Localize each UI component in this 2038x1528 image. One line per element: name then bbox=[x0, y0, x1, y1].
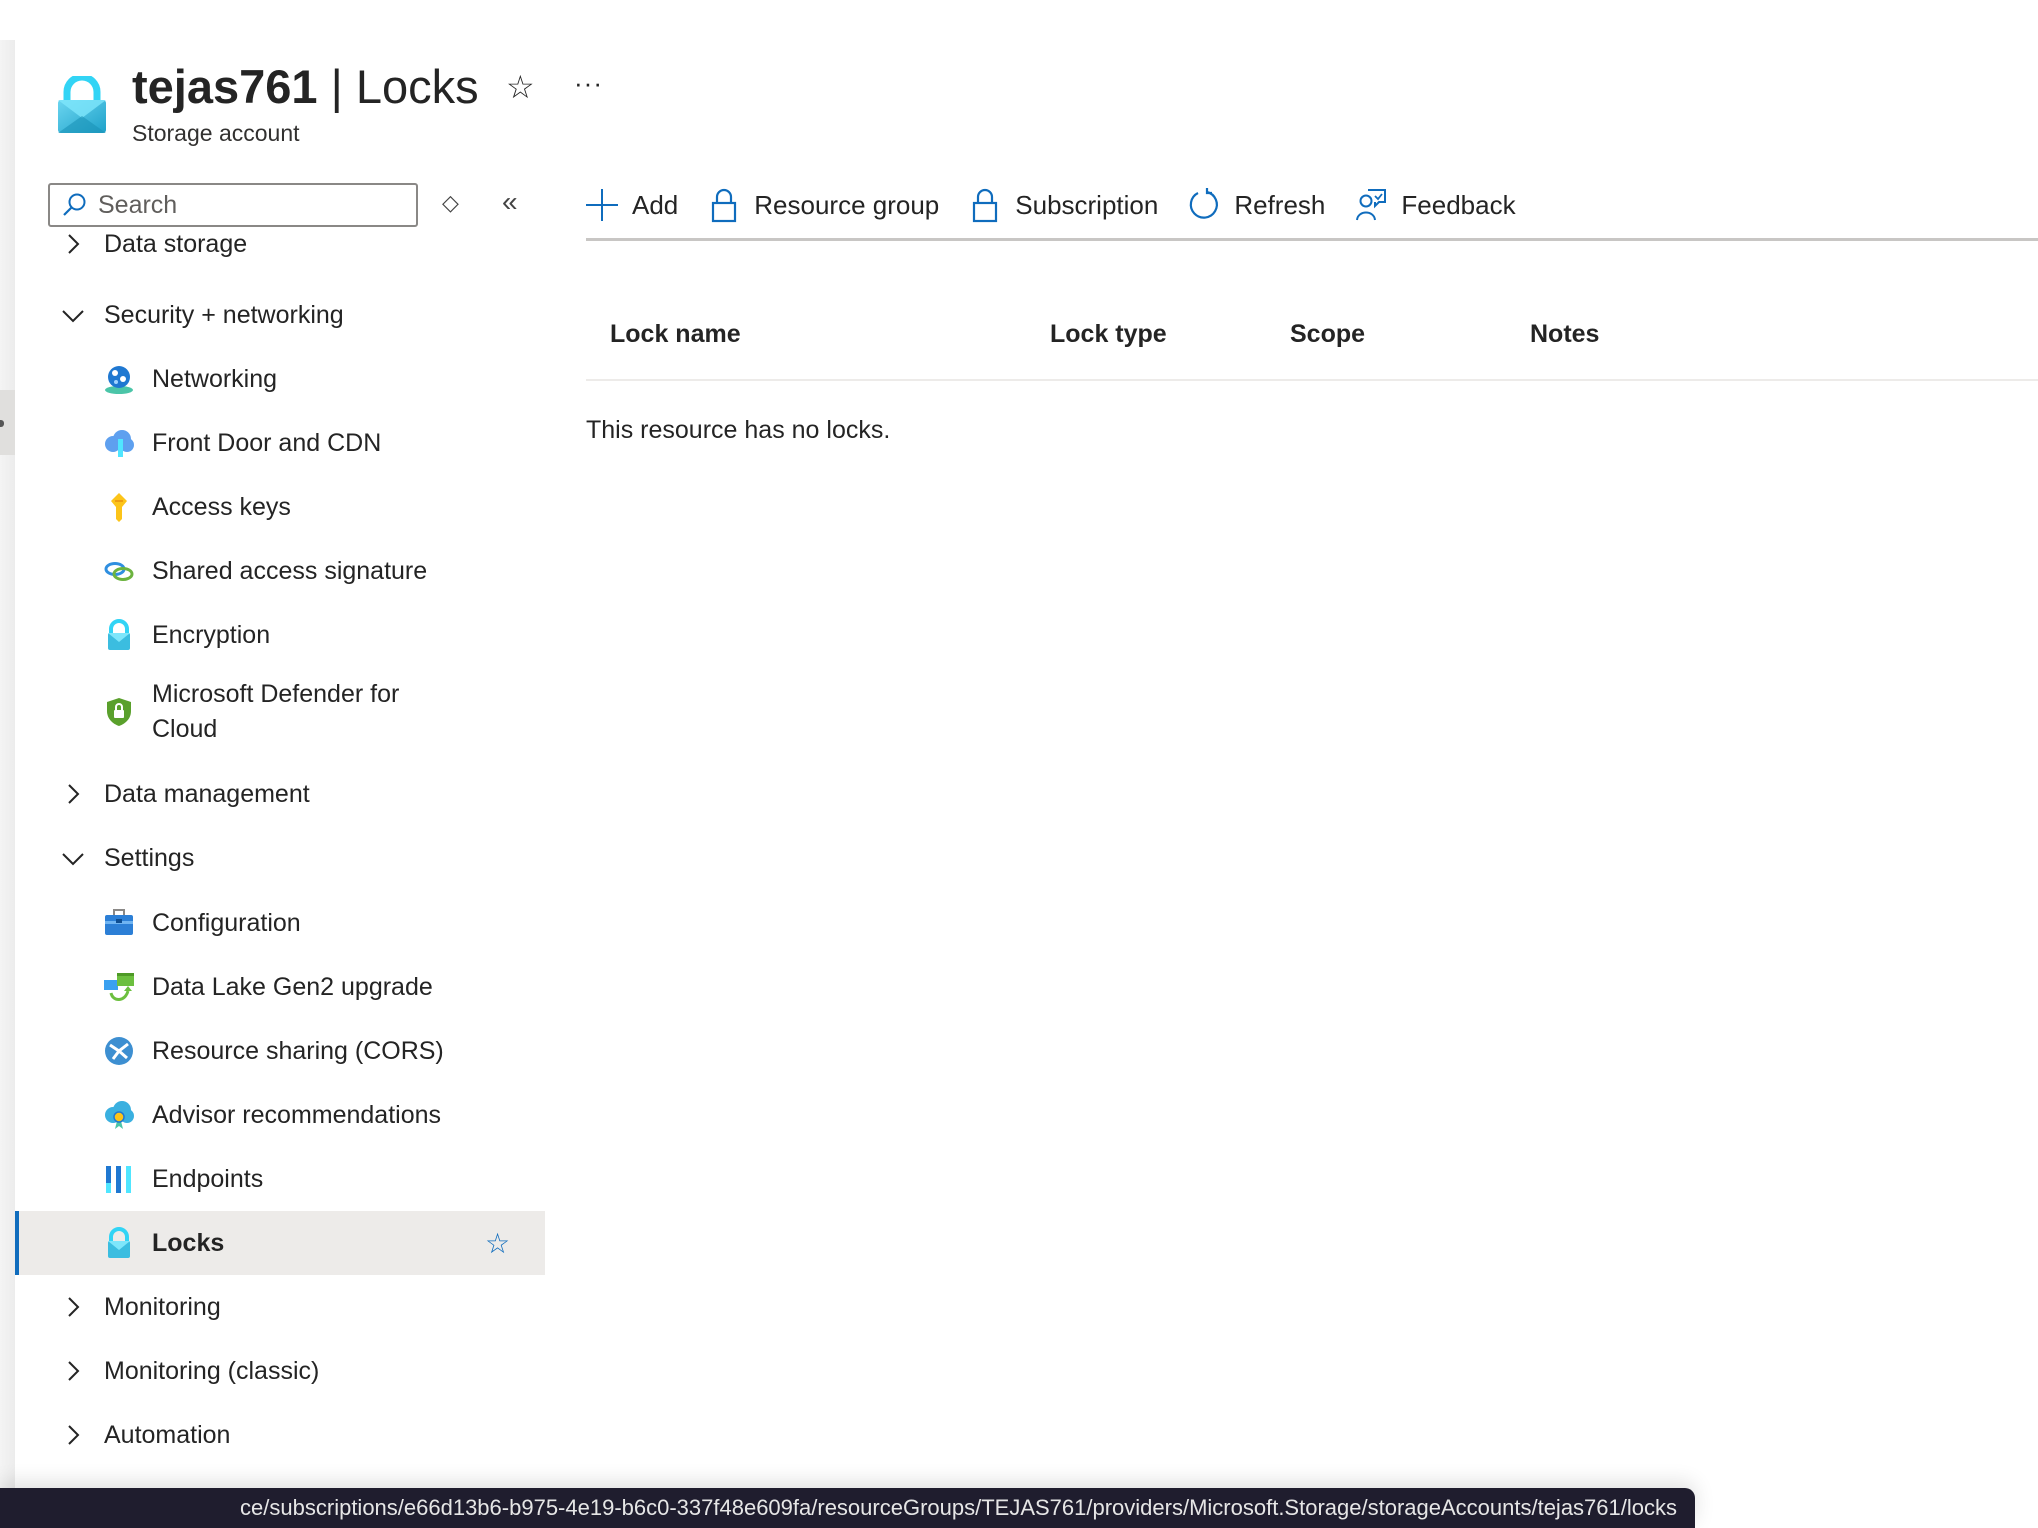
sidebar-group-data-storage[interactable]: Data storage bbox=[15, 232, 545, 266]
lock-outline-icon bbox=[712, 188, 737, 223]
resource-name: tejas761 bbox=[132, 60, 318, 113]
subscription-label: Subscription bbox=[1015, 189, 1159, 220]
sidebar-item-access-keys[interactable]: Access keys bbox=[15, 482, 545, 532]
chevron-down-icon bbox=[62, 853, 84, 866]
sidebar-item-label: Data management bbox=[104, 779, 310, 808]
status-url-text: ce/subscriptions/e66d13b6-b975-4e19-b6c0… bbox=[240, 1495, 1677, 1520]
sidebar-item-label: Encryption bbox=[152, 620, 271, 649]
lock-outline-icon bbox=[973, 188, 998, 223]
search-icon bbox=[63, 193, 86, 216]
refresh-label: Refresh bbox=[1234, 189, 1326, 220]
chevron-right-icon bbox=[68, 234, 80, 254]
sidebar-item-label: Access keys bbox=[152, 492, 291, 521]
sidebar-item-endpoints[interactable]: Endpoints bbox=[15, 1154, 545, 1204]
sidebar-group-monitoring-classic[interactable]: Monitoring (classic) bbox=[15, 1346, 545, 1396]
chevron-right-icon bbox=[68, 1361, 80, 1381]
sidebar-item-locks[interactable]: Locks ☆ bbox=[15, 1211, 545, 1275]
sidebar-item-defender-for-cloud[interactable]: Microsoft Defender for Cloud bbox=[15, 672, 545, 752]
sidebar-item-label: Automation bbox=[104, 1420, 231, 1449]
chevron-down-icon bbox=[62, 310, 84, 323]
sidebar-item-label: Data Lake Gen2 upgrade bbox=[152, 972, 433, 1001]
feedback-button[interactable]: Feedback bbox=[1355, 187, 1516, 223]
refresh-icon bbox=[1190, 188, 1219, 219]
lock-icon bbox=[108, 1227, 130, 1258]
front-door-cloud-icon bbox=[105, 430, 134, 457]
page-name: Locks bbox=[355, 60, 479, 113]
sidebar-item-label: Data storage bbox=[104, 232, 248, 258]
sidebar-item-label: Security + networking bbox=[104, 300, 344, 329]
sidebar-item-encryption[interactable]: Encryption bbox=[15, 610, 545, 660]
upgrade-icon bbox=[104, 973, 134, 1001]
feedback-person-icon bbox=[1356, 189, 1387, 221]
sidebar-group-monitoring[interactable]: Monitoring bbox=[15, 1282, 545, 1332]
sidebar-item-cors[interactable]: Resource sharing (CORS) bbox=[15, 1026, 545, 1076]
endpoints-bars-icon bbox=[106, 1166, 131, 1193]
link-chain-icon bbox=[104, 562, 134, 581]
resource-group-label: Resource group bbox=[754, 189, 940, 220]
sidebar-item-label: Advisor recommendations bbox=[152, 1100, 442, 1129]
sidebar-item-label: Locks bbox=[152, 1228, 225, 1257]
add-lock-button[interactable]: Add bbox=[586, 187, 678, 223]
sidebar-item-label: Monitoring bbox=[104, 1292, 221, 1321]
sidebar-item-label: Microsoft Defender for Cloud bbox=[152, 680, 400, 743]
sidebar-item-networking[interactable]: Networking bbox=[15, 354, 545, 404]
plus-icon bbox=[586, 189, 618, 221]
sidebar-item-front-door-cdn[interactable]: Front Door and CDN bbox=[15, 418, 545, 468]
sidebar-item-label: Configuration bbox=[152, 908, 301, 937]
more-options-icon[interactable]: ··· bbox=[574, 68, 603, 99]
column-header-scope[interactable]: Scope bbox=[1290, 320, 1365, 349]
networking-globe-icon bbox=[105, 366, 133, 394]
sidebar-item-label: Resource sharing (CORS) bbox=[152, 1036, 444, 1065]
toolbar-divider bbox=[586, 238, 2038, 241]
subscription-button[interactable]: Subscription bbox=[969, 187, 1158, 223]
sidebar-group-security-networking[interactable]: Security + networking bbox=[15, 290, 545, 340]
chevron-right-icon bbox=[68, 784, 80, 804]
toolbox-icon bbox=[105, 909, 133, 935]
chevron-right-icon bbox=[68, 1425, 80, 1445]
sidebar-search[interactable] bbox=[48, 183, 418, 227]
column-header-notes[interactable]: Notes bbox=[1530, 320, 1599, 349]
add-label: Add bbox=[632, 189, 679, 220]
refresh-button[interactable]: Refresh bbox=[1188, 187, 1325, 223]
advisor-cloud-icon bbox=[105, 1101, 134, 1129]
sidebar-group-automation[interactable]: Automation bbox=[15, 1410, 545, 1460]
sidebar-item-label: Shared access signature bbox=[152, 556, 428, 585]
column-header-lock-name[interactable]: Lock name bbox=[610, 320, 741, 349]
left-edge-panel bbox=[0, 40, 15, 1514]
empty-state-message: This resource has no locks. bbox=[586, 416, 891, 444]
command-bar: Add Resource group Subscription Refresh … bbox=[586, 180, 1546, 230]
sidebar-item-label: Endpoints bbox=[152, 1164, 264, 1193]
expand-collapse-all-icon[interactable]: ◇ bbox=[442, 190, 459, 216]
sidebar-group-data-management[interactable]: Data management bbox=[15, 769, 545, 819]
chevron-right-icon bbox=[68, 1297, 80, 1317]
sidebar-item-advisor-recommendations[interactable]: Advisor recommendations bbox=[15, 1090, 545, 1140]
status-bar-link-preview: ce/subscriptions/e66d13b6-b975-4e19-b6c0… bbox=[0, 1488, 1695, 1528]
favorite-star-icon[interactable]: ☆ bbox=[485, 1227, 510, 1260]
feedback-label: Feedback bbox=[1401, 189, 1516, 220]
sidebar-item-label: Networking bbox=[152, 364, 278, 393]
favorite-star-icon[interactable]: ☆ bbox=[506, 68, 535, 106]
column-header-lock-type[interactable]: Lock type bbox=[1050, 320, 1167, 349]
sidebar-menu: Data storage Security + networking Netwo… bbox=[15, 232, 545, 1488]
collapse-sidebar-icon[interactable]: « bbox=[502, 186, 518, 218]
sidebar-item-shared-access-signature[interactable]: Shared access signature bbox=[15, 546, 545, 596]
sidebar-item-data-lake-gen2-upgrade[interactable]: Data Lake Gen2 upgrade bbox=[15, 962, 545, 1012]
search-input[interactable] bbox=[96, 189, 400, 221]
sidebar-item-label: Monitoring (classic) bbox=[104, 1356, 320, 1385]
lock-icon bbox=[108, 619, 130, 650]
sidebar-item-configuration[interactable]: Configuration bbox=[15, 898, 545, 948]
resource-group-button[interactable]: Resource group bbox=[708, 187, 939, 223]
title-separator: | bbox=[317, 60, 356, 113]
key-icon bbox=[111, 493, 127, 522]
table-header-divider bbox=[586, 379, 2038, 381]
shield-lock-icon bbox=[107, 698, 131, 726]
sidebar-item-label: Front Door and CDN bbox=[152, 428, 382, 457]
lock-icon bbox=[58, 76, 106, 133]
sidebar-group-settings[interactable]: Settings bbox=[15, 833, 545, 883]
resource-type: Storage account bbox=[132, 120, 300, 146]
page-title: tejas761 | Locks bbox=[132, 58, 479, 116]
sidebar-item-label: Settings bbox=[104, 843, 195, 872]
cors-icon bbox=[105, 1037, 133, 1065]
